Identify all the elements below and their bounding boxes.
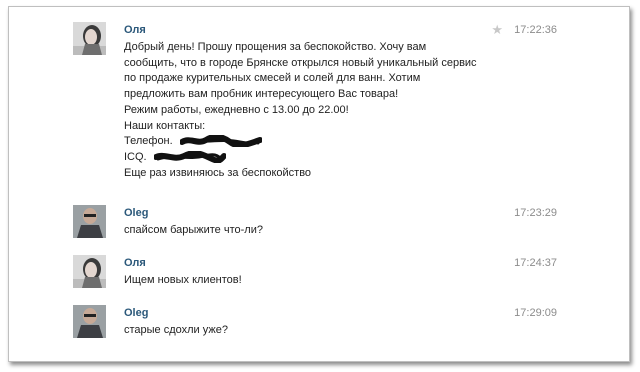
message-text: Добрый день! Прошу прощения за беспокойс… (124, 40, 477, 181)
message-line: Телефон. (124, 135, 173, 148)
contact-icq-line: ICQ. (124, 150, 477, 166)
message-text: Ищем новых клиентов! (124, 273, 242, 289)
message-line: предложить вам пробник интересующего Вас… (124, 88, 399, 101)
message-line: спайсом барыжите что-ли? (124, 224, 263, 236)
message-time: 17:22:36 (514, 24, 557, 36)
avatar[interactable] (73, 22, 106, 55)
message-text: старые сдохли уже? (124, 323, 228, 339)
dialog-frame: Оля ★ 17:22:36 Добрый день! Прошу прощен… (8, 6, 630, 362)
star-icon[interactable]: ★ (491, 23, 503, 37)
message-time: 17:24:37 (514, 257, 557, 269)
message-line: по продаже курительных смесей и солей дл… (124, 72, 421, 85)
redaction-scribble (179, 135, 262, 148)
message-line: Ищем новых клиентов! (124, 274, 242, 286)
message-line: Еще раз извиняюсь за беспокойство (124, 166, 312, 179)
message-time: 17:23:29 (514, 207, 557, 219)
message-line: старые сдохли уже? (124, 324, 228, 336)
author-name[interactable]: Оля (124, 256, 146, 270)
message-line: Режим работы, ежедневно с 13.00 до 22.00… (124, 103, 349, 116)
message-line: Добрый день! Прошу прощения за беспокойс… (124, 41, 427, 53)
avatar[interactable] (73, 205, 106, 238)
message-time: 17:29:09 (514, 307, 557, 319)
author-name[interactable]: Оля (124, 23, 146, 37)
message-line: ICQ. (124, 150, 147, 163)
avatar[interactable] (73, 255, 106, 288)
author-name[interactable]: Oleg (124, 206, 148, 220)
redaction-scribble (153, 151, 226, 164)
avatar[interactable] (73, 305, 106, 338)
message-line: Наши контакты: (124, 119, 206, 132)
contact-phone-line: Телефон. (124, 134, 477, 150)
message-text: спайсом барыжите что-ли? (124, 223, 263, 239)
message-line: сообщить, что в городе Брянске открылся … (124, 56, 477, 69)
author-name[interactable]: Oleg (124, 306, 148, 320)
